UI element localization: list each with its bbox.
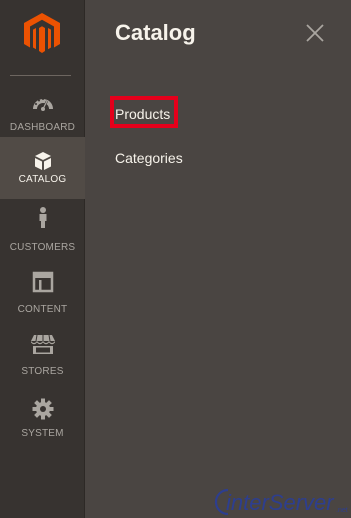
sidebar-item-label: SYSTEM [21, 428, 64, 439]
person-icon [39, 207, 46, 228]
interserver-watermark: interServer .net [214, 488, 348, 516]
submenu-link-categories[interactable]: Categories [115, 150, 183, 166]
sidebar-item-label: CONTENT [17, 304, 68, 315]
sidebar-item-label: CUSTOMERS [9, 242, 76, 253]
watermark-suffix: .net [336, 507, 348, 514]
sidebar-item-label: DASHBOARD [9, 122, 76, 133]
admin-sidebar: DASHBOARD CATALOG CUSTOMERS CONTENT STOR… [0, 0, 85, 518]
sidebar-item-customers[interactable]: CUSTOMERS [0, 200, 85, 262]
admin-app: DASHBOARD CATALOG CUSTOMERS CONTENT STOR… [0, 0, 351, 518]
sidebar-item-dashboard[interactable]: DASHBOARD [0, 80, 85, 142]
sidebar-item-label: STORES [21, 366, 64, 377]
sidebar-item-label: CATALOG [18, 174, 67, 185]
layout-icon [32, 271, 53, 293]
storefront-icon [30, 334, 55, 354]
box-icon [34, 152, 51, 170]
magento-logo-icon[interactable] [23, 12, 61, 54]
close-icon[interactable] [304, 22, 326, 44]
sidebar-item-stores[interactable]: STORES [0, 324, 85, 386]
gear-icon [32, 398, 53, 420]
sidebar-item-content[interactable]: CONTENT [0, 262, 85, 324]
logo-divider [10, 75, 71, 76]
watermark-text: interServer [226, 490, 335, 515]
sidebar-item-system[interactable]: SYSTEM [0, 386, 85, 448]
panel-title: Catalog [115, 20, 196, 45]
sidebar-item-catalog[interactable]: CATALOG [0, 137, 85, 199]
speedometer-icon [32, 98, 53, 111]
submenu-link-products[interactable]: Products [115, 106, 170, 122]
catalog-submenu-panel: Catalog Products Categories [85, 0, 351, 518]
